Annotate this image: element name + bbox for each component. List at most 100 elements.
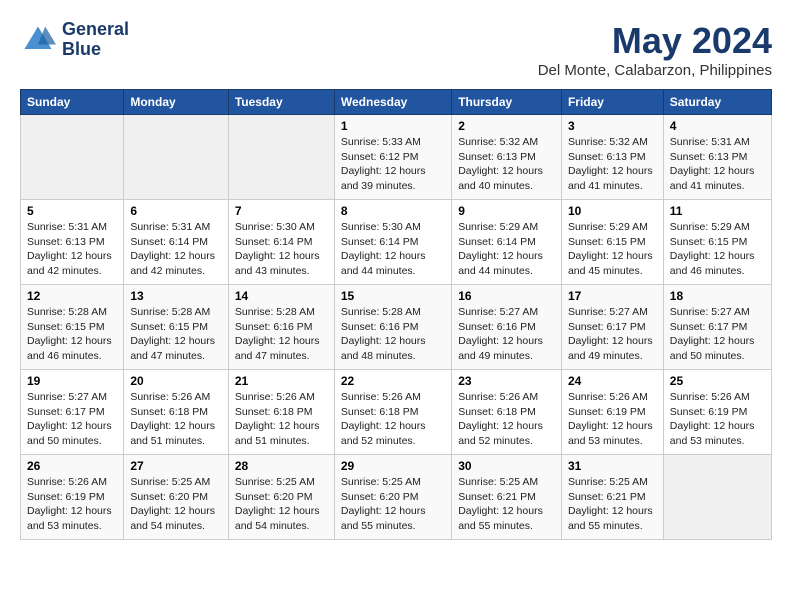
day-info: Sunrise: 5:28 AMSunset: 6:15 PMDaylight:… xyxy=(27,305,117,364)
day-cell: 15Sunrise: 5:28 AMSunset: 6:16 PMDayligh… xyxy=(334,285,451,370)
subtitle: Del Monte, Calabarzon, Philippines xyxy=(538,62,772,79)
day-info: Sunrise: 5:26 AMSunset: 6:18 PMDaylight:… xyxy=(235,390,328,449)
col-header-wednesday: Wednesday xyxy=(334,90,451,115)
main-title: May 2024 xyxy=(538,20,772,62)
col-header-saturday: Saturday xyxy=(663,90,771,115)
day-cell: 23Sunrise: 5:26 AMSunset: 6:18 PMDayligh… xyxy=(452,370,562,455)
col-header-tuesday: Tuesday xyxy=(228,90,334,115)
calendar-table: SundayMondayTuesdayWednesdayThursdayFrid… xyxy=(20,89,772,540)
day-cell: 21 Sunrise: 5:26 AMSunset: 6:18 PMDayligh… xyxy=(228,370,334,455)
day-info: Sunrise: 5:29 AMSunset: 6:15 PMDaylight:… xyxy=(568,220,657,279)
day-number: 20 xyxy=(130,374,222,388)
day-cell: 16 Sunrise: 5:27 AMSunset: 6:16 PMDayligh… xyxy=(452,285,562,370)
day-info: Sunrise: 5:28 AMSunset: 6:16 PMDaylight:… xyxy=(235,305,328,364)
day-info: Sunrise: 5:27 AMSunset: 6:17 PMDaylight:… xyxy=(670,305,765,364)
day-info: Sunrise: 5:33 AMSunset: 6:12 PMDaylight:… xyxy=(341,135,445,194)
day-number: 8 xyxy=(341,204,445,218)
day-cell: 19Sunrise: 5:27 AMSunset: 6:17 PMDayligh… xyxy=(21,370,124,455)
day-info: Sunrise: 5:26 AMSunset: 6:18 PMDaylight:… xyxy=(341,390,445,449)
title-block: May 2024 Del Monte, Calabarzon, Philippi… xyxy=(538,20,772,79)
day-cell: 8 Sunrise: 5:30 AMSunset: 6:14 PMDaylight… xyxy=(334,200,451,285)
day-cell: 29 Sunrise: 5:25 AMSunset: 6:20 PMDayligh… xyxy=(334,455,451,540)
day-info: Sunrise: 5:25 AMSunset: 6:20 PMDaylight:… xyxy=(235,475,328,534)
day-number: 16 xyxy=(458,289,555,303)
day-number: 17 xyxy=(568,289,657,303)
day-cell: 31 Sunrise: 5:25 AMSunset: 6:21 PMDayligh… xyxy=(561,455,663,540)
day-cell: 30 Sunrise: 5:25 AMSunset: 6:21 PMDayligh… xyxy=(452,455,562,540)
day-number: 26 xyxy=(27,459,117,473)
day-cell xyxy=(228,115,334,200)
day-cell: 5Sunrise: 5:31 AMSunset: 6:13 PMDaylight… xyxy=(21,200,124,285)
day-cell: 13 Sunrise: 5:28 AMSunset: 6:15 PMDayligh… xyxy=(124,285,229,370)
day-cell: 18 Sunrise: 5:27 AMSunset: 6:17 PMDayligh… xyxy=(663,285,771,370)
day-number: 18 xyxy=(670,289,765,303)
day-number: 3 xyxy=(568,119,657,133)
day-cell: 24 Sunrise: 5:26 AMSunset: 6:19 PMDayligh… xyxy=(561,370,663,455)
day-cell: 4 Sunrise: 5:31 AMSunset: 6:13 PMDaylight… xyxy=(663,115,771,200)
day-cell: 7Sunrise: 5:30 AMSunset: 6:14 PMDaylight… xyxy=(228,200,334,285)
day-info: Sunrise: 5:28 AMSunset: 6:15 PMDaylight:… xyxy=(130,305,222,364)
day-info: Sunrise: 5:25 AMSunset: 6:21 PMDaylight:… xyxy=(568,475,657,534)
col-header-friday: Friday xyxy=(561,90,663,115)
col-header-sunday: Sunday xyxy=(21,90,124,115)
day-info: Sunrise: 5:30 AMSunset: 6:14 PMDaylight:… xyxy=(235,220,328,279)
day-cell: 12 Sunrise: 5:28 AMSunset: 6:15 PMDayligh… xyxy=(21,285,124,370)
day-number: 22 xyxy=(341,374,445,388)
day-number: 12 xyxy=(27,289,117,303)
day-number: 24 xyxy=(568,374,657,388)
logo-text: General Blue xyxy=(62,20,129,60)
day-cell: 27 Sunrise: 5:25 AMSunset: 6:20 PMDayligh… xyxy=(124,455,229,540)
day-number: 27 xyxy=(130,459,222,473)
day-info: Sunrise: 5:29 AMSunset: 6:15 PMDaylight:… xyxy=(670,220,765,279)
day-cell: 28 Sunrise: 5:25 AMSunset: 6:20 PMDayligh… xyxy=(228,455,334,540)
day-number: 14 xyxy=(235,289,328,303)
day-number: 1 xyxy=(341,119,445,133)
col-header-monday: Monday xyxy=(124,90,229,115)
day-info: Sunrise: 5:25 AMSunset: 6:20 PMDaylight:… xyxy=(341,475,445,534)
week-row-3: 12 Sunrise: 5:28 AMSunset: 6:15 PMDayligh… xyxy=(21,285,772,370)
day-info: Sunrise: 5:27 AMSunset: 6:16 PMDaylight:… xyxy=(458,305,555,364)
day-number: 9 xyxy=(458,204,555,218)
day-number: 11 xyxy=(670,204,765,218)
day-cell: 22 Sunrise: 5:26 AMSunset: 6:18 PMDayligh… xyxy=(334,370,451,455)
day-cell: 20Sunrise: 5:26 AMSunset: 6:18 PMDayligh… xyxy=(124,370,229,455)
day-number: 13 xyxy=(130,289,222,303)
day-number: 6 xyxy=(130,204,222,218)
col-header-thursday: Thursday xyxy=(452,90,562,115)
day-cell: 3 Sunrise: 5:32 AMSunset: 6:13 PMDaylight… xyxy=(561,115,663,200)
day-cell xyxy=(124,115,229,200)
day-number: 31 xyxy=(568,459,657,473)
day-number: 25 xyxy=(670,374,765,388)
logo: General Blue xyxy=(20,20,129,60)
day-info: Sunrise: 5:32 AMSunset: 6:13 PMDaylight:… xyxy=(568,135,657,194)
day-info: Sunrise: 5:29 AMSunset: 6:14 PMDaylight:… xyxy=(458,220,555,279)
day-info: Sunrise: 5:30 AMSunset: 6:14 PMDaylight:… xyxy=(341,220,445,279)
day-cell: 17Sunrise: 5:27 AMSunset: 6:17 PMDayligh… xyxy=(561,285,663,370)
day-number: 2 xyxy=(458,119,555,133)
day-cell: 10Sunrise: 5:29 AMSunset: 6:15 PMDayligh… xyxy=(561,200,663,285)
day-cell: 1 Sunrise: 5:33 AMSunset: 6:12 PMDaylight… xyxy=(334,115,451,200)
day-info: Sunrise: 5:26 AMSunset: 6:18 PMDaylight:… xyxy=(458,390,555,449)
day-info: Sunrise: 5:26 AMSunset: 6:19 PMDaylight:… xyxy=(670,390,765,449)
day-number: 28 xyxy=(235,459,328,473)
day-number: 4 xyxy=(670,119,765,133)
day-cell: 25 Sunrise: 5:26 AMSunset: 6:19 PMDayligh… xyxy=(663,370,771,455)
day-number: 29 xyxy=(341,459,445,473)
day-info: Sunrise: 5:31 AMSunset: 6:13 PMDaylight:… xyxy=(670,135,765,194)
week-row-2: 5Sunrise: 5:31 AMSunset: 6:13 PMDaylight… xyxy=(21,200,772,285)
day-cell: 2Sunrise: 5:32 AMSunset: 6:13 PMDaylight… xyxy=(452,115,562,200)
day-cell xyxy=(21,115,124,200)
day-info: Sunrise: 5:26 AMSunset: 6:19 PMDaylight:… xyxy=(27,475,117,534)
logo-icon xyxy=(20,22,56,58)
day-info: Sunrise: 5:26 AMSunset: 6:19 PMDaylight:… xyxy=(568,390,657,449)
day-number: 21 xyxy=(235,374,328,388)
day-number: 5 xyxy=(27,204,117,218)
day-number: 30 xyxy=(458,459,555,473)
day-info: Sunrise: 5:25 AMSunset: 6:20 PMDaylight:… xyxy=(130,475,222,534)
day-info: Sunrise: 5:25 AMSunset: 6:21 PMDaylight:… xyxy=(458,475,555,534)
day-cell: 9 Sunrise: 5:29 AMSunset: 6:14 PMDaylight… xyxy=(452,200,562,285)
day-cell: 6Sunrise: 5:31 AMSunset: 6:14 PMDaylight… xyxy=(124,200,229,285)
day-cell: 26 Sunrise: 5:26 AMSunset: 6:19 PMDayligh… xyxy=(21,455,124,540)
day-cell: 14 Sunrise: 5:28 AMSunset: 6:16 PMDayligh… xyxy=(228,285,334,370)
week-row-4: 19Sunrise: 5:27 AMSunset: 6:17 PMDayligh… xyxy=(21,370,772,455)
